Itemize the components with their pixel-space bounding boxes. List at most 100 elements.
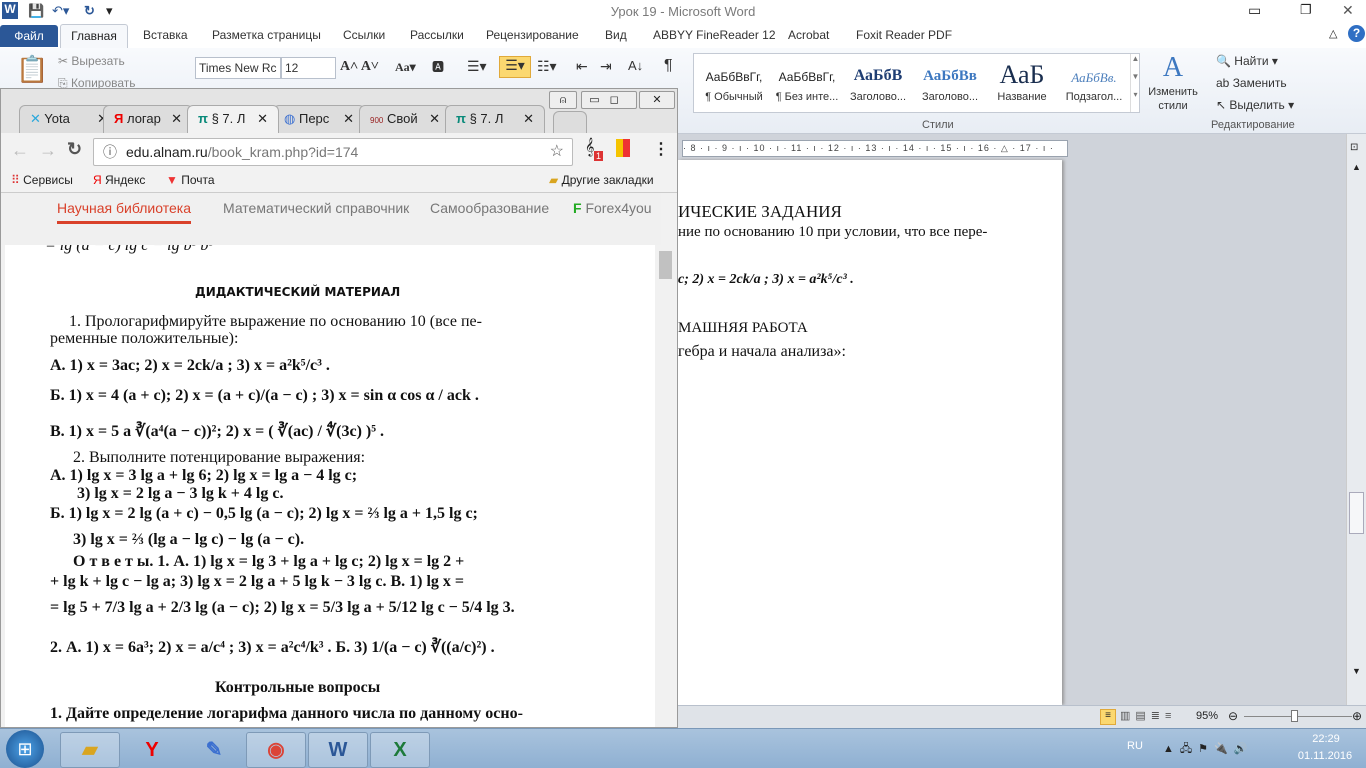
address-bar[interactable]: ⓘ edu.alnam.ru/book_kram.php?id=174 ☆ [93, 138, 573, 166]
replace-button[interactable]: ab Заменить [1216, 76, 1287, 90]
close-tab-icon[interactable]: ✕ [429, 111, 440, 127]
paint-taskbar-icon[interactable]: ✎ [184, 732, 244, 768]
language-indicator[interactable]: RU [1127, 740, 1143, 752]
redo-icon[interactable]: ↻ [84, 3, 95, 19]
bookmark-apps[interactable]: ⠿ Сервисы [11, 173, 73, 187]
minimize-icon[interactable]: ▭ [1248, 2, 1261, 19]
forward-icon[interactable]: → [39, 140, 57, 161]
change-styles-button[interactable]: A Изменить стили [1145, 52, 1201, 112]
style-heading-1[interactable]: АаБбВ Заголово... [842, 62, 914, 103]
close-tab-icon[interactable]: ✕ [523, 111, 534, 127]
horizontal-ruler[interactable]: · 8 · ı · 9 · ı · 10 · ı · 11 · ı · 12 ·… [682, 140, 1068, 157]
paste-icon[interactable]: 📋 [16, 54, 48, 85]
collapse-ribbon-icon[interactable]: △ [1329, 27, 1337, 40]
chrome-taskbar-icon[interactable]: ◉ [246, 732, 306, 768]
cut-button[interactable]: ✂ Вырезать [58, 54, 125, 68]
close-tab-icon[interactable]: ✕ [171, 111, 182, 127]
menu-icon[interactable]: ⋮ [653, 139, 669, 159]
styles-scroll[interactable]: ▲ ▼ ▾ [1130, 54, 1140, 112]
tab-foxit[interactable]: Foxit Reader PDF [856, 28, 952, 42]
customize-toolbar-icon[interactable]: ▾ [106, 3, 113, 19]
chrome-close-icon[interactable]: ✕ [639, 91, 675, 109]
other-bookmarks[interactable]: ▰ Другие закладки [549, 173, 654, 187]
style-normal[interactable]: АаБбВвГг, ¶ Обычный [698, 62, 770, 103]
save-icon[interactable]: 💾 [28, 3, 44, 19]
numbering-icon[interactable]: ☰▾ [499, 56, 531, 78]
print-layout-icon[interactable]: ≡ [1100, 709, 1116, 725]
new-tab-button[interactable] [553, 111, 587, 133]
vertical-scrollbar[interactable]: ⊡ ▲ ▼ [1346, 134, 1366, 705]
profile-icon[interactable]: ⍝ [549, 91, 577, 109]
bookmark-yandex[interactable]: Я Яндекс [93, 173, 145, 187]
tab-acrobat[interactable]: Acrobat [788, 28, 829, 42]
scroll-up-icon[interactable]: ▲ [1352, 162, 1361, 172]
zoom-level[interactable]: 95% [1196, 710, 1218, 722]
zoom-slider-thumb[interactable] [1291, 710, 1298, 722]
clock-time[interactable]: 22:29 [1296, 733, 1356, 745]
font-name-select[interactable]: Times New Rc [195, 57, 281, 79]
tab-insert[interactable]: Вставка [143, 28, 188, 42]
browser-tab[interactable]: π § 7. Л ✕ [445, 105, 545, 133]
pilcrow-icon[interactable]: ¶ [664, 57, 673, 75]
scroll-thumb[interactable] [1349, 492, 1364, 534]
zoom-slider[interactable] [1244, 716, 1352, 717]
tray-icons[interactable]: ▲🖧⚑🔌🔊 [1163, 740, 1253, 759]
tab-page-layout[interactable]: Разметка страницы [212, 28, 321, 42]
scroll-down-icon[interactable]: ▼ [1352, 666, 1361, 676]
browser-tab[interactable]: ◍ Перс ✕ [273, 105, 365, 133]
zoom-in-icon[interactable]: ⊕ [1352, 709, 1362, 723]
bullets-icon[interactable]: ☰▾ [467, 58, 487, 75]
decrease-indent-icon[interactable]: ⇤ [576, 58, 588, 75]
style-title[interactable]: АаБ Название [986, 62, 1058, 103]
window-controls[interactable]: ▭◻ [581, 91, 637, 109]
document-page[interactable]: ИЧЕСКИЕ ЗАДАНИЯ ние по основанию 10 при … [678, 160, 1062, 705]
close-tab-icon[interactable]: ✕ [343, 111, 354, 127]
word-taskbar-icon[interactable]: W [308, 732, 368, 768]
clear-format-icon[interactable]: 🅰 [432, 58, 444, 75]
close-icon[interactable]: ✕ [1342, 2, 1354, 19]
nav-self-education[interactable]: Самообразование [430, 200, 549, 216]
nav-forex[interactable]: F Forex4you [573, 200, 652, 216]
info-icon[interactable]: ⓘ [103, 139, 117, 165]
tab-references[interactable]: Ссылки [343, 28, 385, 42]
grow-font-icon[interactable]: A˄ A˅ [340, 59, 379, 75]
close-tab-icon[interactable]: ✕ [257, 111, 268, 127]
increase-indent-icon[interactable]: ⇥ [600, 58, 612, 75]
bookmark-mail[interactable]: ▼ Почта [166, 173, 215, 187]
style-no-spacing[interactable]: АаБбВвГг, ¶ Без инте... [771, 62, 843, 103]
browser-tab[interactable]: Я логар ✕ [103, 105, 193, 133]
tab-abbyy[interactable]: ABBYY FineReader 12 [653, 28, 776, 42]
tab-file[interactable]: Файл [0, 25, 58, 47]
reload-icon[interactable]: ↻ [67, 139, 82, 160]
multilevel-list-icon[interactable]: ☷▾ [537, 58, 557, 75]
restore-icon[interactable]: ❐ [1300, 2, 1312, 18]
page-scroll-thumb[interactable] [659, 251, 672, 279]
change-case-icon[interactable]: Aa▾ [395, 60, 416, 75]
font-size-select[interactable]: 12 [281, 57, 336, 79]
nav-library[interactable]: Научная библиотека [57, 200, 191, 224]
ruler-toggle-icon[interactable]: ⊡ [1350, 142, 1358, 153]
explorer-taskbar-icon[interactable]: ▰ [60, 732, 120, 768]
yandex-browser-taskbar-icon[interactable]: Y [122, 732, 182, 768]
back-icon[interactable]: ← [11, 140, 29, 161]
select-button[interactable]: ↖ Выделить ▾ [1216, 98, 1294, 112]
style-subtitle[interactable]: АаБбВв. Подзагол... [1058, 62, 1130, 103]
bookmark-extension-icon[interactable] [616, 139, 630, 157]
sort-icon[interactable]: A↓ [628, 58, 643, 73]
tab-view[interactable]: Вид [605, 28, 627, 42]
zoom-out-icon[interactable]: ⊖ [1228, 709, 1238, 723]
browser-tab-active[interactable]: π § 7. Л ✕ [187, 105, 279, 133]
tab-home[interactable]: Главная [60, 24, 128, 49]
bookmark-star-icon[interactable]: ☆ [550, 139, 564, 165]
help-icon[interactable]: ? [1348, 25, 1365, 42]
start-button[interactable]: ⊞ [6, 730, 44, 768]
nav-math-reference[interactable]: Математический справочник [223, 200, 409, 216]
style-heading-2[interactable]: АаБбВв Заголово... [914, 62, 986, 103]
excel-taskbar-icon[interactable]: X [370, 732, 430, 768]
page-scrollbar[interactable] [656, 245, 676, 727]
word-logo-icon[interactable]: W [2, 2, 18, 19]
browser-tab[interactable]: 900 Свой ✕ [359, 105, 451, 133]
tab-mailings[interactable]: Рассылки [410, 28, 464, 42]
undo-icon[interactable]: ↶▾ [52, 3, 69, 19]
view-buttons-icon[interactable]: ▥▤≣≡ [1120, 709, 1176, 722]
